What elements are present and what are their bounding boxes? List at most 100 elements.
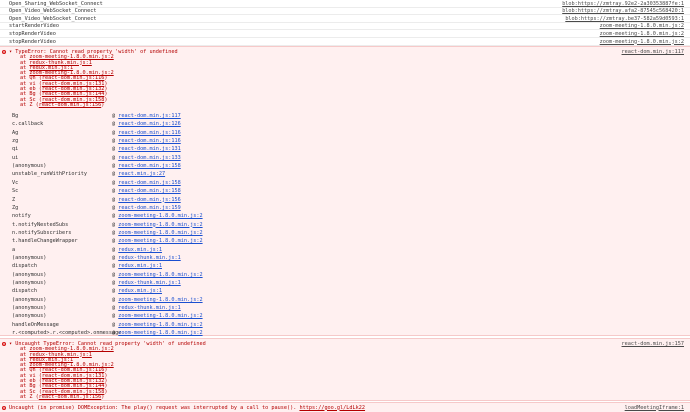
stack-source-link[interactable]: zoom-meeting-1.8.0.min.js:2	[118, 313, 202, 319]
error-icon: ×	[2, 341, 6, 346]
log-row: Open_Sharing_WebSocket_Connect blob:https…	[0, 0, 690, 8]
stack-function: n.notifySubscribers	[12, 229, 72, 236]
stack-source-link[interactable]: react-dom.min.js:117	[118, 113, 180, 119]
trace-line: at Z (react-dom.min.js:156)	[20, 101, 105, 108]
stack-function: ui	[12, 154, 19, 161]
log-source-link[interactable]: blob:https://zmtray.afa2-87545c568420:1	[562, 8, 684, 14]
stack-source-link[interactable]: zoom-meeting-1.8.0.min.js:2	[118, 238, 202, 244]
stack-function: handleOnMessage	[12, 321, 59, 328]
error-message: Uncaught (in promise) DOMException: The …	[9, 404, 365, 411]
stack-source-link[interactable]: redux-thunk.min.js:1	[118, 280, 180, 286]
stack-source-link[interactable]: redux-thunk.min.js:1	[118, 255, 180, 261]
stack-function: (anonymous)	[12, 296, 47, 303]
trace-suffix: )	[101, 101, 105, 108]
log-source-link[interactable]: zoom-meeting-1.8.0.min.js:2	[600, 39, 684, 45]
stack-function: (anonymous)	[12, 271, 47, 278]
stack-location: @ zoom-meeting-1.8.0.min.js:2	[112, 314, 203, 319]
log-message: stopRenderVideo	[9, 38, 56, 45]
log-list: Open_Sharing_WebSocket_Connect blob:https…	[0, 0, 690, 46]
log-message: stopRenderVideo	[9, 30, 56, 37]
log-source-link[interactable]: blob:https://zmtray.92e2-2a30353887fe:1	[562, 1, 684, 7]
stack-location: @ react-dom.min.js:117	[112, 113, 181, 119]
stack-source-link[interactable]: redux.min.js:1	[118, 263, 162, 269]
error-icon: ×	[2, 406, 6, 410]
stack-function: (anonymous)	[12, 280, 47, 286]
trace-suffix: )	[104, 96, 108, 103]
error-message-block[interactable]: × ▾ TypeError: Cannot read property 'wid…	[0, 46, 690, 336]
trace-source-link[interactable]: react-dom.min.js:156	[39, 102, 101, 108]
stack-source-link[interactable]: zoom-meeting-1.8.0.min.js:2	[118, 272, 202, 278]
stack-location: @ redux.min.js:1	[112, 289, 162, 294]
trace-suffix: )	[104, 388, 108, 395]
stack-function: Vc	[12, 179, 19, 186]
stack-location: @ redux-thunk.min.js:1	[112, 280, 181, 286]
stack-source-link[interactable]: react-dom.min.js:116	[118, 130, 180, 136]
stack-function: t.handleChangeWrapper	[12, 238, 78, 245]
stack-location: @ react-dom.min.js:126	[112, 122, 181, 127]
devtools-console: Open_Sharing_WebSocket_Connect blob:https…	[0, 0, 690, 412]
stack-source-link[interactable]: react-dom.min.js:133	[118, 155, 180, 161]
stack-location: @ redux.min.js:1	[112, 247, 162, 253]
stack-source-link[interactable]: redux.min.js:1	[118, 247, 162, 253]
trace-prefix: at Z (	[20, 101, 39, 108]
stack-function: (anonymous)	[12, 254, 47, 261]
stack-source-link[interactable]: react-dom.min.js:131	[118, 146, 180, 152]
log-message: Open_Sharing_WebSocket_Connect	[9, 0, 103, 7]
stack-source-link[interactable]: zoom-meeting-1.8.0.min.js:2	[118, 222, 202, 228]
stack-location: @ zoom-meeting-1.8.0.min.js:2	[112, 272, 203, 278]
stack-function: t.notifyNestedSubs	[12, 221, 69, 228]
stack-source-link[interactable]: redux.min.js:1	[118, 288, 162, 294]
error-text: Uncaught (in promise) DOMException: The …	[9, 404, 300, 411]
stack-location: @ zoom-meeting-1.8.0.min.js:2	[112, 222, 203, 228]
stack-location: @ react.min.js:27	[112, 172, 165, 177]
stack-source-link[interactable]: react-dom.min.js:116	[118, 138, 180, 144]
stack-source-link[interactable]: react-dom.min.js:158	[118, 163, 180, 169]
error-source-link[interactable]: react-dom.min.js:157	[622, 341, 684, 347]
log-message: Open_Video_WebSocket_Connect	[9, 15, 97, 22]
stack-function: dispatch	[12, 288, 37, 295]
stack-function: c.callback	[12, 121, 44, 128]
stack-source-link[interactable]: zoom-meeting-1.8.0.min.js:2	[118, 297, 202, 303]
stack-location: @ redux.min.js:1	[112, 264, 162, 269]
stack-source-link[interactable]: react.min.js:27	[118, 171, 165, 177]
log-source-link[interactable]: zoom-meeting-1.8.0.min.js:2	[600, 24, 684, 29]
log-row: stopRenderVideo zoom-meeting-1.8.0.min.js…	[0, 38, 690, 46]
stack-location: @ zoom-meeting-1.8.0.min.js:2	[112, 214, 203, 219]
stack-function: a	[12, 246, 16, 253]
stack-location: @ react-dom.min.js:158	[112, 189, 181, 194]
stack-function: (anonymous)	[12, 313, 47, 320]
log-source-link[interactable]: zoom-meeting-1.8.0.min.js:2	[600, 31, 684, 37]
stack-source-link[interactable]: redux-thunk.min.js:1	[118, 305, 180, 311]
stack-source-link[interactable]: zoom-meeting-1.8.0.min.js:2	[118, 322, 202, 328]
stack-location: @ zoom-meeting-1.8.0.min.js:2	[112, 239, 203, 244]
stack-function: zg	[12, 138, 19, 145]
trace-suffix: )	[101, 393, 105, 400]
error-source-link[interactable]: loadMeetingIframe:1	[625, 405, 684, 411]
stack-source-link[interactable]: zoom-meeting-1.8.0.min.js:2	[118, 213, 202, 219]
stack-function: r.<computed>.r.<computed>.onmessage	[12, 330, 122, 337]
error-icon: ×	[2, 49, 6, 54]
stack-source-link[interactable]: zoom-meeting-1.8.0.min.js:2	[118, 330, 202, 336]
trace-source-link[interactable]: react-dom.min.js:156	[39, 394, 101, 400]
stack-function: Sc	[12, 188, 19, 195]
stack-source-link[interactable]: react-dom.min.js:158	[118, 188, 180, 194]
stack-source-link[interactable]: react-dom.min.js:156	[118, 197, 180, 203]
log-row: stopRenderVideo zoom-meeting-1.8.0.min.js…	[0, 30, 690, 38]
uncaught-error-block[interactable]: × ▾ Uncaught TypeError: Cannot read prop…	[0, 338, 690, 401]
log-source-link[interactable]: blob:https://zmtray.be37-582a59d0593:1	[565, 16, 684, 22]
stack-location: @ zoom-meeting-1.8.0.min.js:2	[112, 230, 203, 236]
stack-function: Zg	[12, 204, 19, 211]
stack-source-link[interactable]: react-dom.min.js:126	[118, 121, 180, 127]
help-link[interactable]: https://goo.gl/LdLk22	[299, 405, 365, 411]
stack-source-link[interactable]: zoom-meeting-1.8.0.min.js:2	[118, 230, 202, 236]
error-source-link[interactable]: react-dom.min.js:117	[622, 49, 684, 55]
stack-function: notify	[12, 213, 31, 220]
stack-source-link[interactable]: react-dom.min.js:159	[118, 205, 180, 211]
stack-function: Ag	[12, 129, 19, 136]
unhandled-promise-error: × Uncaught (in promise) DOMException: Th…	[0, 402, 690, 412]
stack-location: @ zoom-meeting-1.8.0.min.js:2	[112, 322, 203, 328]
stack-location: @ react-dom.min.js:133	[112, 155, 181, 161]
stack-location: @ redux-thunk.min.js:1	[112, 255, 181, 261]
stack-location: @ redux-thunk.min.js:1	[112, 305, 181, 311]
stack-source-link[interactable]: react-dom.min.js:158	[118, 180, 180, 186]
